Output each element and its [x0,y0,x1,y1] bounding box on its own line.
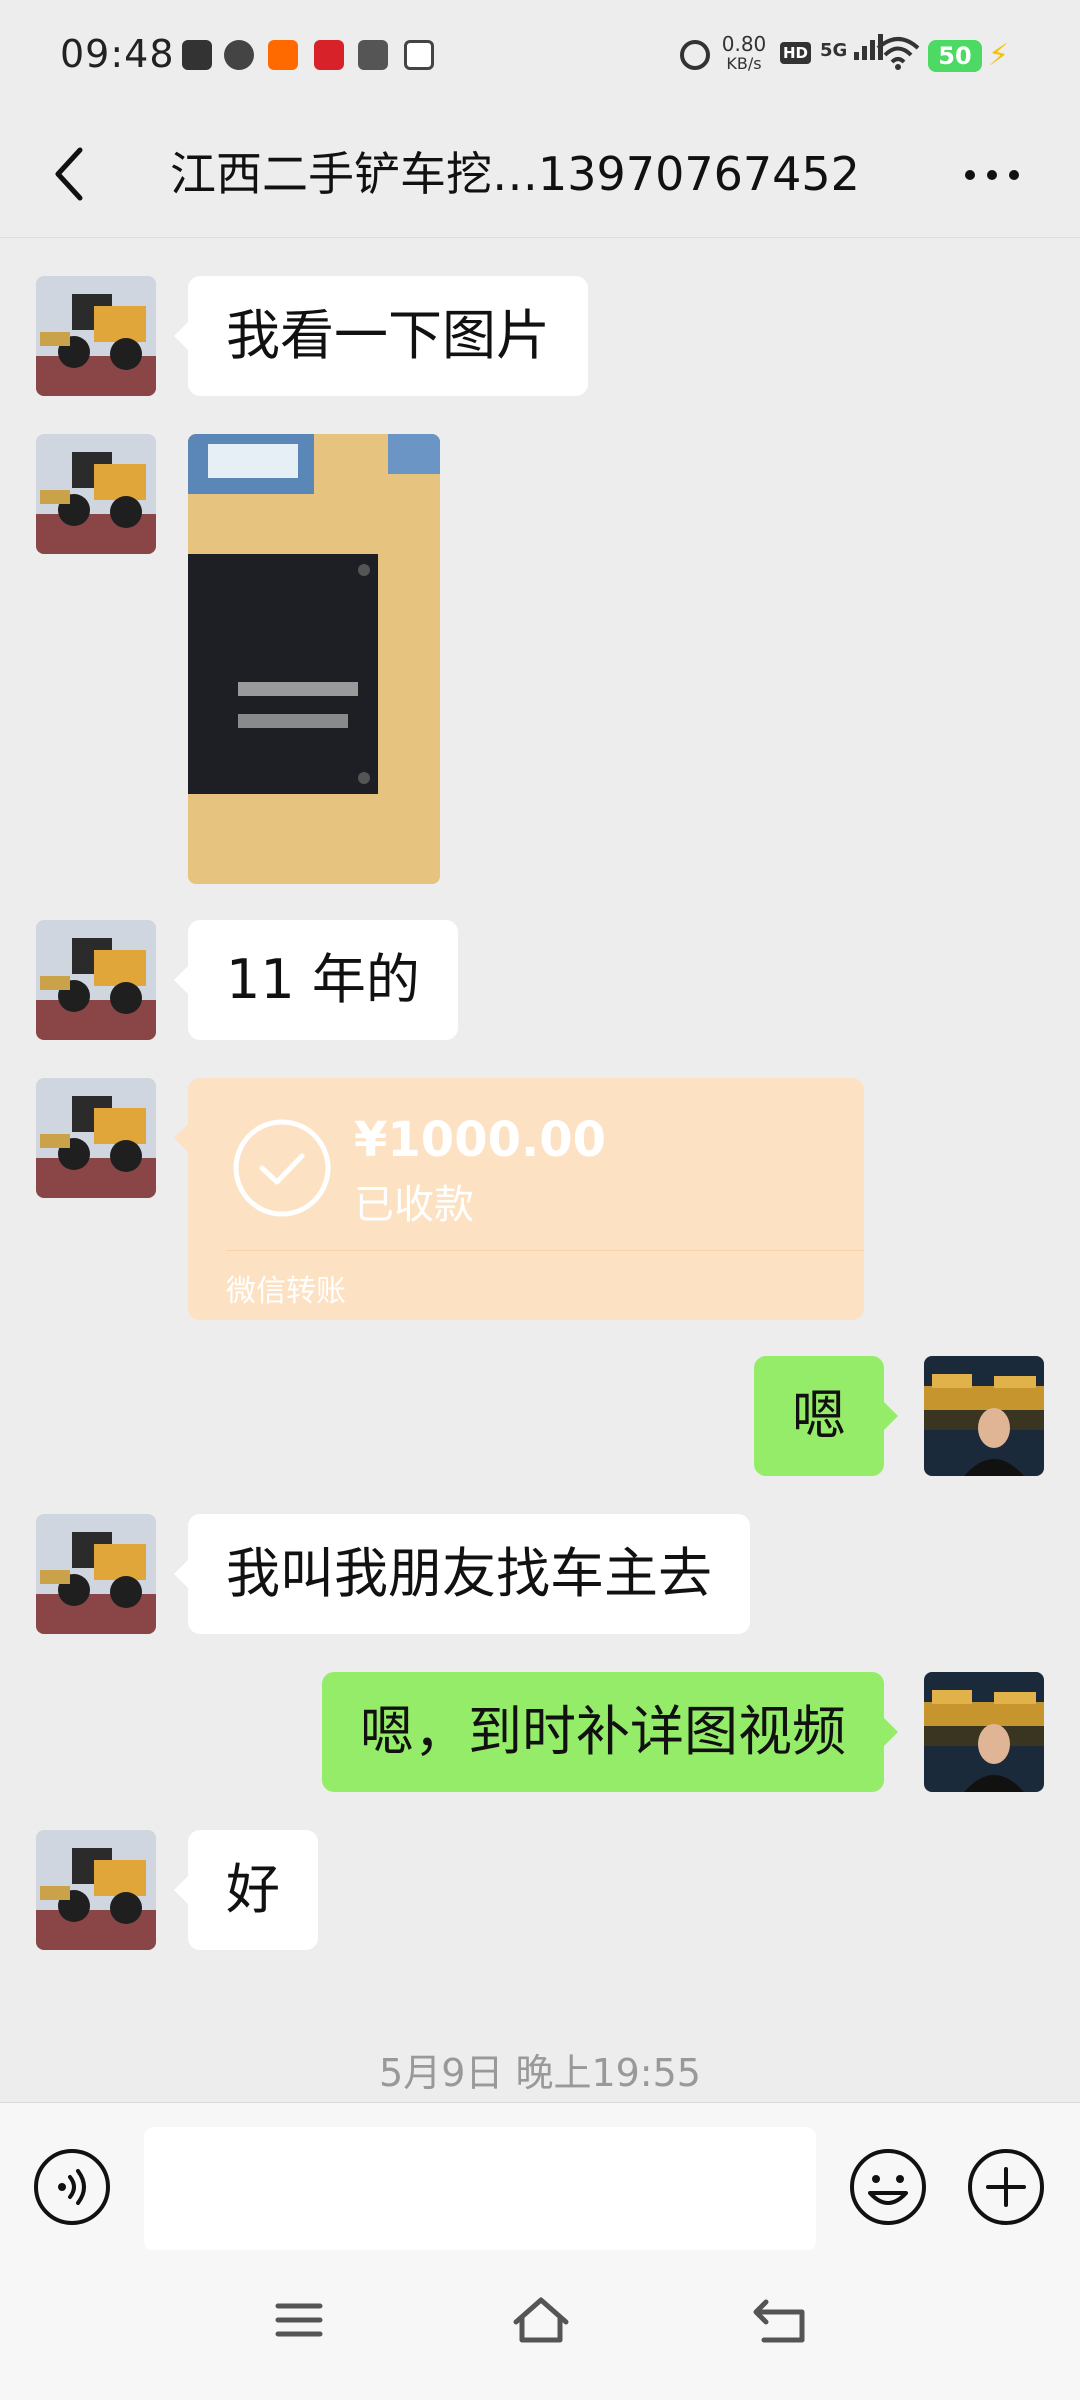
emoji-icon[interactable] [848,2147,928,2227]
home-icon[interactable] [506,2290,576,2350]
my-avatar[interactable] [924,1672,1044,1792]
message-bubble[interactable]: 好 [174,1830,318,1950]
message-text: 我叫我朋友找车主去 [226,1542,712,1605]
contact-avatar[interactable] [36,1830,156,1950]
kuaishou-icon [268,40,298,70]
message-text: 嗯，到时补详图视频 [360,1700,846,1763]
back-nav-icon[interactable] [746,2290,816,2350]
music-app-icon [314,40,344,70]
contact-avatar[interactable] [36,276,156,396]
my-avatar[interactable] [924,1356,1044,1476]
contact-avatar[interactable] [36,434,156,554]
message-bubble[interactable]: 11 年的 [174,920,458,1040]
check-circle-icon [233,1119,331,1217]
image-message[interactable] [188,434,440,884]
battery-icon: 50 [928,40,982,72]
voice-input-icon[interactable] [32,2147,112,2227]
loader-truck-avatar-image [36,1514,156,1634]
menu-icon[interactable] [264,2290,334,2350]
message-text: 我看一下图片 [226,304,550,367]
net-speed-unit: KB/s [726,54,762,73]
charging-icon: ⚡ [988,38,1010,73]
loader-truck-avatar-image [36,1830,156,1950]
chat-title: 江西二手铲车挖…13970767452 [170,147,860,201]
loader-truck-avatar-image [36,920,156,1040]
transfer-divider [226,1250,864,1251]
net-speed: 0.80 KB/s [716,34,772,74]
message-input[interactable] [144,2127,816,2251]
message-text: 11 年的 [226,948,420,1011]
message-bubble[interactable]: 我看一下图片 [174,276,588,396]
chat-timestamp: 5月9日 晚上19:55 [379,2051,701,2095]
message-text: 嗯 [792,1384,846,1447]
status-bar: 09:48 0.80 KB/s HD 5G 50 ⚡ [0,0,1080,112]
transfer-brand: 微信转账 [226,1274,346,1309]
plus-icon[interactable] [966,2147,1046,2227]
net-speed-value: 0.80 [721,32,767,56]
transfer-status: 已收款 [354,1182,474,1228]
system-nav-bar [0,2250,1080,2400]
user-portrait-avatar-image [924,1672,1044,1792]
contact-avatar[interactable] [36,1078,156,1198]
loader-truck-avatar-image [36,434,156,554]
network-type: 5G [820,40,848,61]
message-bubble[interactable]: 嗯，到时补详图视频 [322,1672,898,1792]
alarm-icon [680,40,710,70]
loader-truck-avatar-image [36,276,156,396]
wifi-icon [876,37,920,70]
back-arrow-icon[interactable] [44,142,100,206]
k-app-icon [182,40,212,70]
user-portrait-avatar-image [924,1356,1044,1476]
contact-avatar[interactable] [36,1514,156,1634]
transfer-amount: ¥1000.00 [354,1112,607,1168]
message-bubble[interactable]: 我叫我朋友找车主去 [174,1514,750,1634]
nameplate-photo [188,434,440,884]
loader-truck-avatar-image [36,1078,156,1198]
status-time: 09:48 [60,32,175,76]
hd-badge: HD [780,42,812,64]
more-options-icon[interactable] [960,150,1024,200]
telegram-icon [358,40,388,70]
chat-header: 江西二手铲车挖…13970767452 [0,112,1080,238]
message-bubble[interactable]: 嗯 [754,1356,898,1476]
iqiyi-icon [404,40,434,70]
leaf-app-icon [224,40,254,70]
signal-icon: 5G [820,34,884,62]
contact-avatar[interactable] [36,920,156,1040]
transfer-card[interactable]: ¥1000.00 已收款 微信转账 [174,1078,864,1320]
message-text: 好 [226,1858,280,1921]
input-bar [0,2102,1080,2251]
